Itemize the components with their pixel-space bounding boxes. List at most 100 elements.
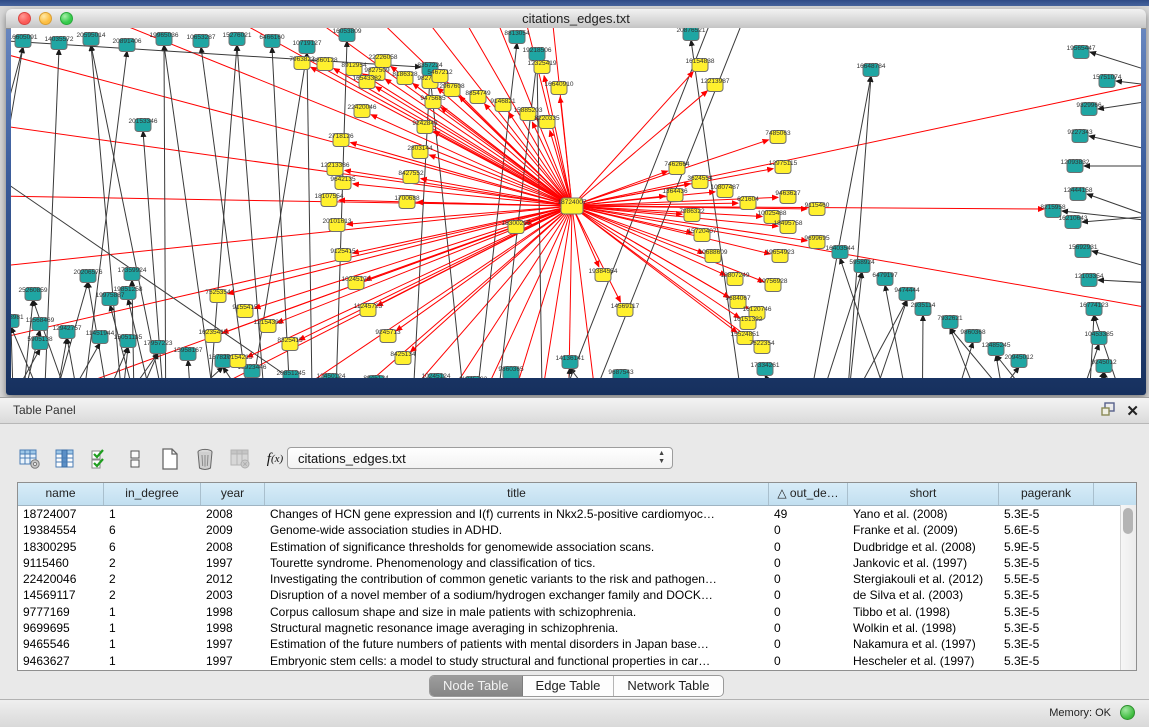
citation-edge-red[interactable] xyxy=(544,76,572,206)
graph-node[interactable]: 18107554 xyxy=(315,193,344,207)
graph-node[interactable]: 16154838 xyxy=(686,58,715,72)
citation-edge-red[interactable] xyxy=(11,28,572,206)
graph-node[interactable]: 8813054 xyxy=(504,30,530,44)
graph-node[interactable]: 9642135 xyxy=(330,176,356,190)
graph-node[interactable]: 10807487 xyxy=(711,184,740,198)
citation-edge-red[interactable] xyxy=(11,28,572,206)
table-row[interactable]: 1830029562008Estimation of significance … xyxy=(18,539,1136,555)
table-selector-dropdown[interactable]: citations_edges.txt ▲▼ xyxy=(287,447,673,469)
citation-edge-black[interactable] xyxy=(1098,280,1141,285)
graph-node[interactable]: 17957223 xyxy=(144,340,173,354)
citation-edge-red[interactable] xyxy=(11,28,572,206)
graph-node[interactable]: 15051135 xyxy=(114,334,143,348)
citation-edge-black[interactable] xyxy=(843,76,871,378)
select-rows-check-icon[interactable] xyxy=(87,446,113,472)
graph-node[interactable]: 16053809 xyxy=(333,28,362,42)
graph-node[interactable]: 9474444 xyxy=(894,287,920,301)
float-panel-icon[interactable] xyxy=(1101,402,1116,421)
graph-node[interactable]: 12103354 xyxy=(1075,273,1104,287)
citation-edge-black[interactable] xyxy=(164,45,166,378)
graph-node[interactable]: 11245782 xyxy=(459,376,488,378)
citation-edge-red[interactable] xyxy=(572,206,1141,378)
graph-node[interactable]: 2718126 xyxy=(328,133,354,147)
citation-edge-red[interactable] xyxy=(572,28,1141,206)
table-row[interactable]: 911546021997Tourette syndrome. Phenomeno… xyxy=(18,555,1136,571)
graph-node[interactable]: 10653287 xyxy=(187,34,216,48)
table-row[interactable]: 946554611997Estimation of the future num… xyxy=(18,636,1136,652)
graph-node[interactable]: 19565447 xyxy=(1067,45,1096,59)
graph-node[interactable]: 9115460 xyxy=(805,202,830,216)
graph-node[interactable]: 8912954 xyxy=(341,62,367,76)
column-header-title[interactable]: title xyxy=(265,483,769,505)
function-builder-icon[interactable]: f(x) xyxy=(262,446,288,472)
graph-node[interactable]: 2935114 xyxy=(911,302,936,316)
graph-node[interactable]: 9329966 xyxy=(1076,102,1102,116)
graph-node[interactable]: 9155415 xyxy=(232,304,258,318)
graph-node[interactable]: 8945124 xyxy=(363,375,389,378)
citation-edge-black[interactable] xyxy=(1086,315,1094,378)
graph-node[interactable]: 20851245 xyxy=(277,370,306,378)
citation-edge-red[interactable] xyxy=(11,28,572,206)
graph-node[interactable]: 18495758 xyxy=(774,220,803,234)
graph-node[interactable]: 3624554 xyxy=(687,175,713,189)
graph-node[interactable]: 15692931 xyxy=(1069,244,1098,258)
graph-node[interactable]: 17334261 xyxy=(751,362,780,376)
graph-node[interactable]: 12325419 xyxy=(528,60,557,74)
graph-node[interactable]: 9860368 xyxy=(960,329,986,343)
citation-edge-red[interactable] xyxy=(11,28,572,206)
graph-node[interactable]: 7525354 xyxy=(205,289,231,303)
graph-node[interactable]: 12975115 xyxy=(769,160,798,174)
graph-node[interactable]: 16605091 xyxy=(11,34,38,48)
graph-node[interactable]: 3913981 xyxy=(11,314,24,328)
citation-edge-black[interactable] xyxy=(853,300,907,378)
delete-table-trash-icon[interactable] xyxy=(192,446,218,472)
graph-node[interactable]: 9245012 xyxy=(1091,359,1117,373)
column-header-pagerank[interactable]: pagerank xyxy=(999,483,1094,505)
row-height-icon[interactable] xyxy=(122,446,148,472)
graph-node[interactable]: 14136141 xyxy=(556,355,585,369)
citation-edge-black[interactable] xyxy=(123,367,223,378)
table-row[interactable]: 946362711997Embryonic stem cells: a mode… xyxy=(18,653,1136,669)
graph-node[interactable]: 12093832 xyxy=(1061,159,1090,173)
citation-edge-black[interactable] xyxy=(1089,136,1141,159)
graph-node[interactable]: 19654923 xyxy=(766,249,795,263)
graph-node[interactable]: 9245713 xyxy=(375,329,401,343)
graph-node[interactable]: 6466160 xyxy=(259,34,285,48)
scrollbar-thumb[interactable] xyxy=(1123,508,1133,534)
graph-node[interactable]: 12213987 xyxy=(701,78,730,92)
graph-node[interactable]: 7485063 xyxy=(765,130,791,144)
table-row[interactable]: 977716911998Corpus callosum shape and si… xyxy=(18,604,1136,620)
citation-edge-black[interactable] xyxy=(1087,194,1141,231)
citation-edge-black[interactable] xyxy=(950,367,1019,378)
table-settings-icon[interactable] xyxy=(17,446,43,472)
graph-node[interactable]: 15276021 xyxy=(223,32,252,46)
graph-node[interactable]: 5958924 xyxy=(849,259,875,273)
graph-node[interactable]: 7462664 xyxy=(664,161,690,175)
graph-node[interactable]: 1364436 xyxy=(662,188,688,202)
new-table-icon[interactable] xyxy=(157,446,183,472)
citation-edge-red[interactable] xyxy=(560,97,572,206)
graph-node[interactable]: 18300295 xyxy=(502,220,531,234)
graph-node[interactable]: 9125415 xyxy=(330,248,356,262)
graph-node[interactable]: 14035572 xyxy=(45,36,74,50)
graph-node[interactable]: 16774123 xyxy=(1080,302,1109,316)
graph-node[interactable]: 8427552 xyxy=(398,170,424,184)
graph-node[interactable]: 12154332 xyxy=(254,319,283,333)
graph-node[interactable]: 19965036 xyxy=(150,32,179,46)
graph-node[interactable]: 9227343 xyxy=(1067,129,1093,143)
graph-node[interactable]: 14569117 xyxy=(611,303,640,317)
graph-node[interactable]: 20876521 xyxy=(677,28,706,41)
graph-node[interactable]: 10688609 xyxy=(699,249,728,263)
tab-node-table[interactable]: Node Table xyxy=(430,676,523,696)
column-header-out_de[interactable]: △ out_de… xyxy=(769,483,848,505)
graph-node[interactable]: 16648784 xyxy=(857,63,886,77)
citation-edge-black[interactable] xyxy=(188,360,195,378)
graph-node[interactable]: 16640910 xyxy=(545,81,574,95)
citation-edge-red[interactable] xyxy=(29,28,572,206)
graph-node[interactable]: 8425134 xyxy=(390,351,416,365)
graph-node[interactable]: 15958167 xyxy=(174,347,203,361)
table-row[interactable]: 969969511998Structural magnetic resonanc… xyxy=(18,620,1136,636)
graph-node[interactable]: 19975887 xyxy=(96,292,125,306)
graph-node[interactable]: 17359924 xyxy=(118,267,147,281)
citation-edge-red[interactable] xyxy=(11,28,572,206)
